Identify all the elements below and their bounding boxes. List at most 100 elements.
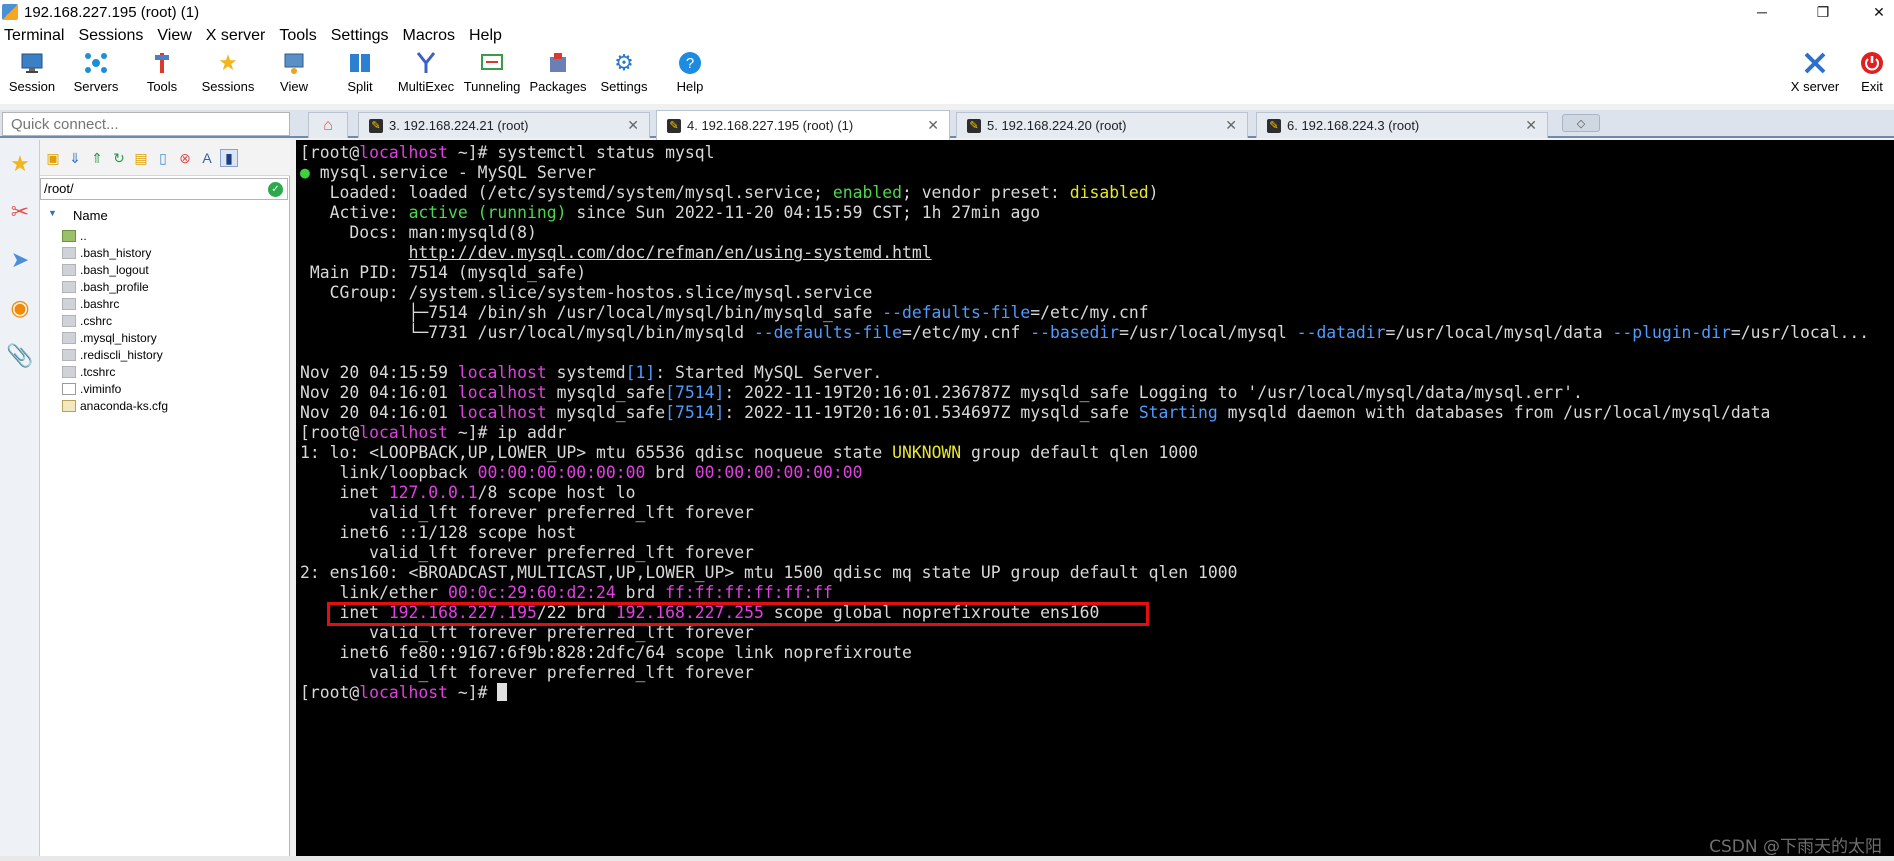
terminal-line: Active: active (running) since Sun 2022-… — [300, 203, 1869, 223]
maximize-icon[interactable]: ❐ — [1800, 0, 1846, 24]
toolbar-multiexec-button[interactable]: MultiExec — [394, 50, 458, 102]
terminal-line: valid_lft forever preferred_lft forever — [300, 503, 1869, 523]
terminal-text-segment: 00:00:00:00:00:00 — [477, 463, 646, 482]
menu-settings[interactable]: Settings — [327, 27, 395, 45]
close-tab-icon[interactable]: ✕ — [1225, 117, 1237, 134]
new-folder-icon[interactable]: ▤ — [132, 149, 150, 167]
path-ok-icon[interactable]: ✓ — [268, 182, 283, 197]
power-icon — [1859, 50, 1885, 76]
terminal-text-segment: =/etc/my.cnf — [901, 323, 1031, 342]
terminal-text-segment: disabled — [1069, 183, 1149, 202]
sftp-path-text: /root/ — [44, 181, 74, 196]
terminal-text-segment: : Started MySQL Server. — [655, 363, 883, 382]
sftp-column-header[interactable]: ▼ Name — [40, 206, 290, 226]
split-icon — [347, 50, 373, 76]
terminal-text-segment: --basedir — [1030, 323, 1120, 342]
upload-icon[interactable]: ⇑ — [88, 149, 106, 167]
terminal-text-segment: mysqld_safe — [546, 383, 666, 402]
download-icon[interactable]: ⇓ — [66, 149, 84, 167]
toolbar-servers-button[interactable]: Servers — [64, 50, 128, 102]
close-icon[interactable]: ✕ — [1856, 0, 1894, 24]
toolbar-tunneling-button[interactable]: Tunneling — [460, 50, 524, 102]
file-row[interactable]: anaconda-ks.cfg — [62, 396, 168, 416]
toolbar-sessions-button[interactable]: ★ Sessions — [196, 50, 260, 102]
terminal-line: Nov 20 04:15:59 localhost systemd[1]: St… — [300, 363, 1869, 383]
quick-connect-input[interactable] — [2, 112, 290, 136]
new-file-icon[interactable]: ▯ — [154, 149, 172, 167]
file-icon — [62, 264, 76, 276]
parent-folder-icon[interactable]: ▣ — [44, 149, 62, 167]
view-icon — [281, 50, 307, 76]
config-file-icon — [62, 400, 76, 412]
rename-icon[interactable]: A — [198, 149, 216, 167]
terminal-text-segment: active (running) — [408, 203, 567, 222]
follow-terminal-icon[interactable]: ▮ — [220, 149, 238, 167]
tab-session-5[interactable]: ✎ 5. 192.168.224.20 (root) ✕ — [956, 112, 1248, 138]
terminal-text-segment: --defaults-file — [882, 303, 1031, 322]
toolbar-help-button[interactable]: ? Help — [658, 50, 722, 102]
delete-icon[interactable]: ⊗ — [176, 149, 194, 167]
document-icon — [62, 383, 76, 395]
macros-send-icon[interactable]: ➤ — [4, 242, 36, 278]
menu-macros[interactable]: Macros — [399, 27, 461, 45]
menu-x-server[interactable]: X server — [202, 27, 272, 45]
name-column-label: Name — [73, 208, 108, 223]
terminal-line: Docs: man:mysqld(8) — [300, 223, 1869, 243]
sftp-path-input[interactable]: /root/ ✓ — [40, 178, 288, 200]
close-tab-icon[interactable]: ✕ — [927, 117, 939, 134]
toolbar-packages-button[interactable]: Packages — [526, 50, 590, 102]
toolbar-x-server-button[interactable]: X server — [1783, 50, 1847, 102]
toolbar-session-button[interactable]: Session — [0, 50, 64, 102]
tools-sidebar-icon[interactable]: ✂ — [4, 194, 36, 230]
toolbar-split-button[interactable]: Split — [328, 50, 392, 102]
menu-terminal[interactable]: Terminal — [0, 27, 70, 45]
tab-session-4[interactable]: ✎ 4. 192.168.227.195 (root) (1) ✕ — [656, 110, 950, 140]
terminal-key-icon: ✎ — [667, 118, 681, 133]
sftp-sidebar-icon[interactable]: ◉ — [4, 290, 36, 326]
terminal-line: valid_lft forever preferred_lft forever — [300, 543, 1869, 563]
terminal-text-segment: localhost — [457, 363, 547, 382]
terminal-key-icon: ✎ — [369, 118, 383, 133]
terminal-view[interactable]: [root@localhost ~]# systemctl status mys… — [296, 140, 1894, 856]
terminal-text-segment: Nov 20 04:15:59 — [300, 363, 458, 382]
terminal-text-segment: link/loopback — [300, 463, 478, 482]
help-icon: ? — [677, 50, 703, 76]
menu-sessions[interactable]: Sessions — [74, 27, 149, 45]
terminal-text-segment: Main PID: 7514 (mysqld_safe) — [300, 263, 587, 282]
terminal-text-segment: ff:ff:ff:ff:ff:ff — [665, 583, 833, 602]
x-server-icon — [1802, 50, 1828, 76]
terminal-line: http://dev.mysql.com/doc/refman/en/using… — [300, 243, 1869, 263]
toolbar-settings-button[interactable]: ⚙ Settings — [592, 50, 656, 102]
terminal-text-segment: --plugin-dir — [1612, 323, 1731, 342]
terminal-text-segment: mysql.service - MySQL Server — [309, 163, 597, 182]
menu-help[interactable]: Help — [465, 27, 508, 45]
sessions-star-icon[interactable]: ★ — [4, 146, 36, 182]
tab-session-6[interactable]: ✎ 6. 192.168.224.3 (root) ✕ — [1256, 112, 1548, 138]
terminal-text-segment: ~]# systemctl status mysql — [448, 143, 715, 162]
home-tab[interactable]: ⌂ — [308, 112, 348, 138]
tab-session-3[interactable]: ✎ 3. 192.168.224.21 (root) ✕ — [358, 112, 650, 138]
close-tab-icon[interactable]: ✕ — [627, 117, 639, 134]
toolbar-exit-button[interactable]: Exit — [1850, 50, 1894, 102]
terminal-text-segment: systemd — [546, 363, 626, 382]
close-tab-icon[interactable]: ✕ — [1525, 117, 1537, 134]
gears-icon: ⚙ — [614, 50, 634, 75]
minimize-icon[interactable]: ─ — [1739, 0, 1785, 24]
mobaxterm-window: 192.168.227.195 (root) (1) ─ ❐ ✕ Termina… — [0, 0, 1894, 861]
file-icon — [62, 315, 76, 327]
terminal-text-segment: valid_lft forever preferred_lft forever — [300, 543, 754, 562]
attachment-icon[interactable]: 📎 — [4, 338, 36, 374]
menu-tools[interactable]: Tools — [275, 27, 322, 45]
toolbar-tools-button[interactable]: Tools — [130, 50, 194, 102]
folder-up-icon — [62, 230, 76, 242]
new-tab-button[interactable]: ◇ — [1562, 114, 1600, 132]
tab-label: 6. 192.168.224.3 (root) — [1287, 118, 1420, 133]
terminal-line: 1: lo: <LOOPBACK,UP,LOWER_UP> mtu 65536 … — [300, 443, 1869, 463]
file-name: anaconda-ks.cfg — [80, 399, 169, 413]
terminal-text-segment: └─7731 /usr/local/mysql/bin/mysqld — [300, 323, 754, 342]
refresh-icon[interactable]: ↻ — [110, 149, 128, 167]
toolbar-view-button[interactable]: View — [262, 50, 326, 102]
menu-view[interactable]: View — [153, 27, 197, 45]
terminal-line: Loaded: loaded (/etc/systemd/system/mysq… — [300, 183, 1869, 203]
terminal-text-segment: enabled — [832, 183, 902, 202]
